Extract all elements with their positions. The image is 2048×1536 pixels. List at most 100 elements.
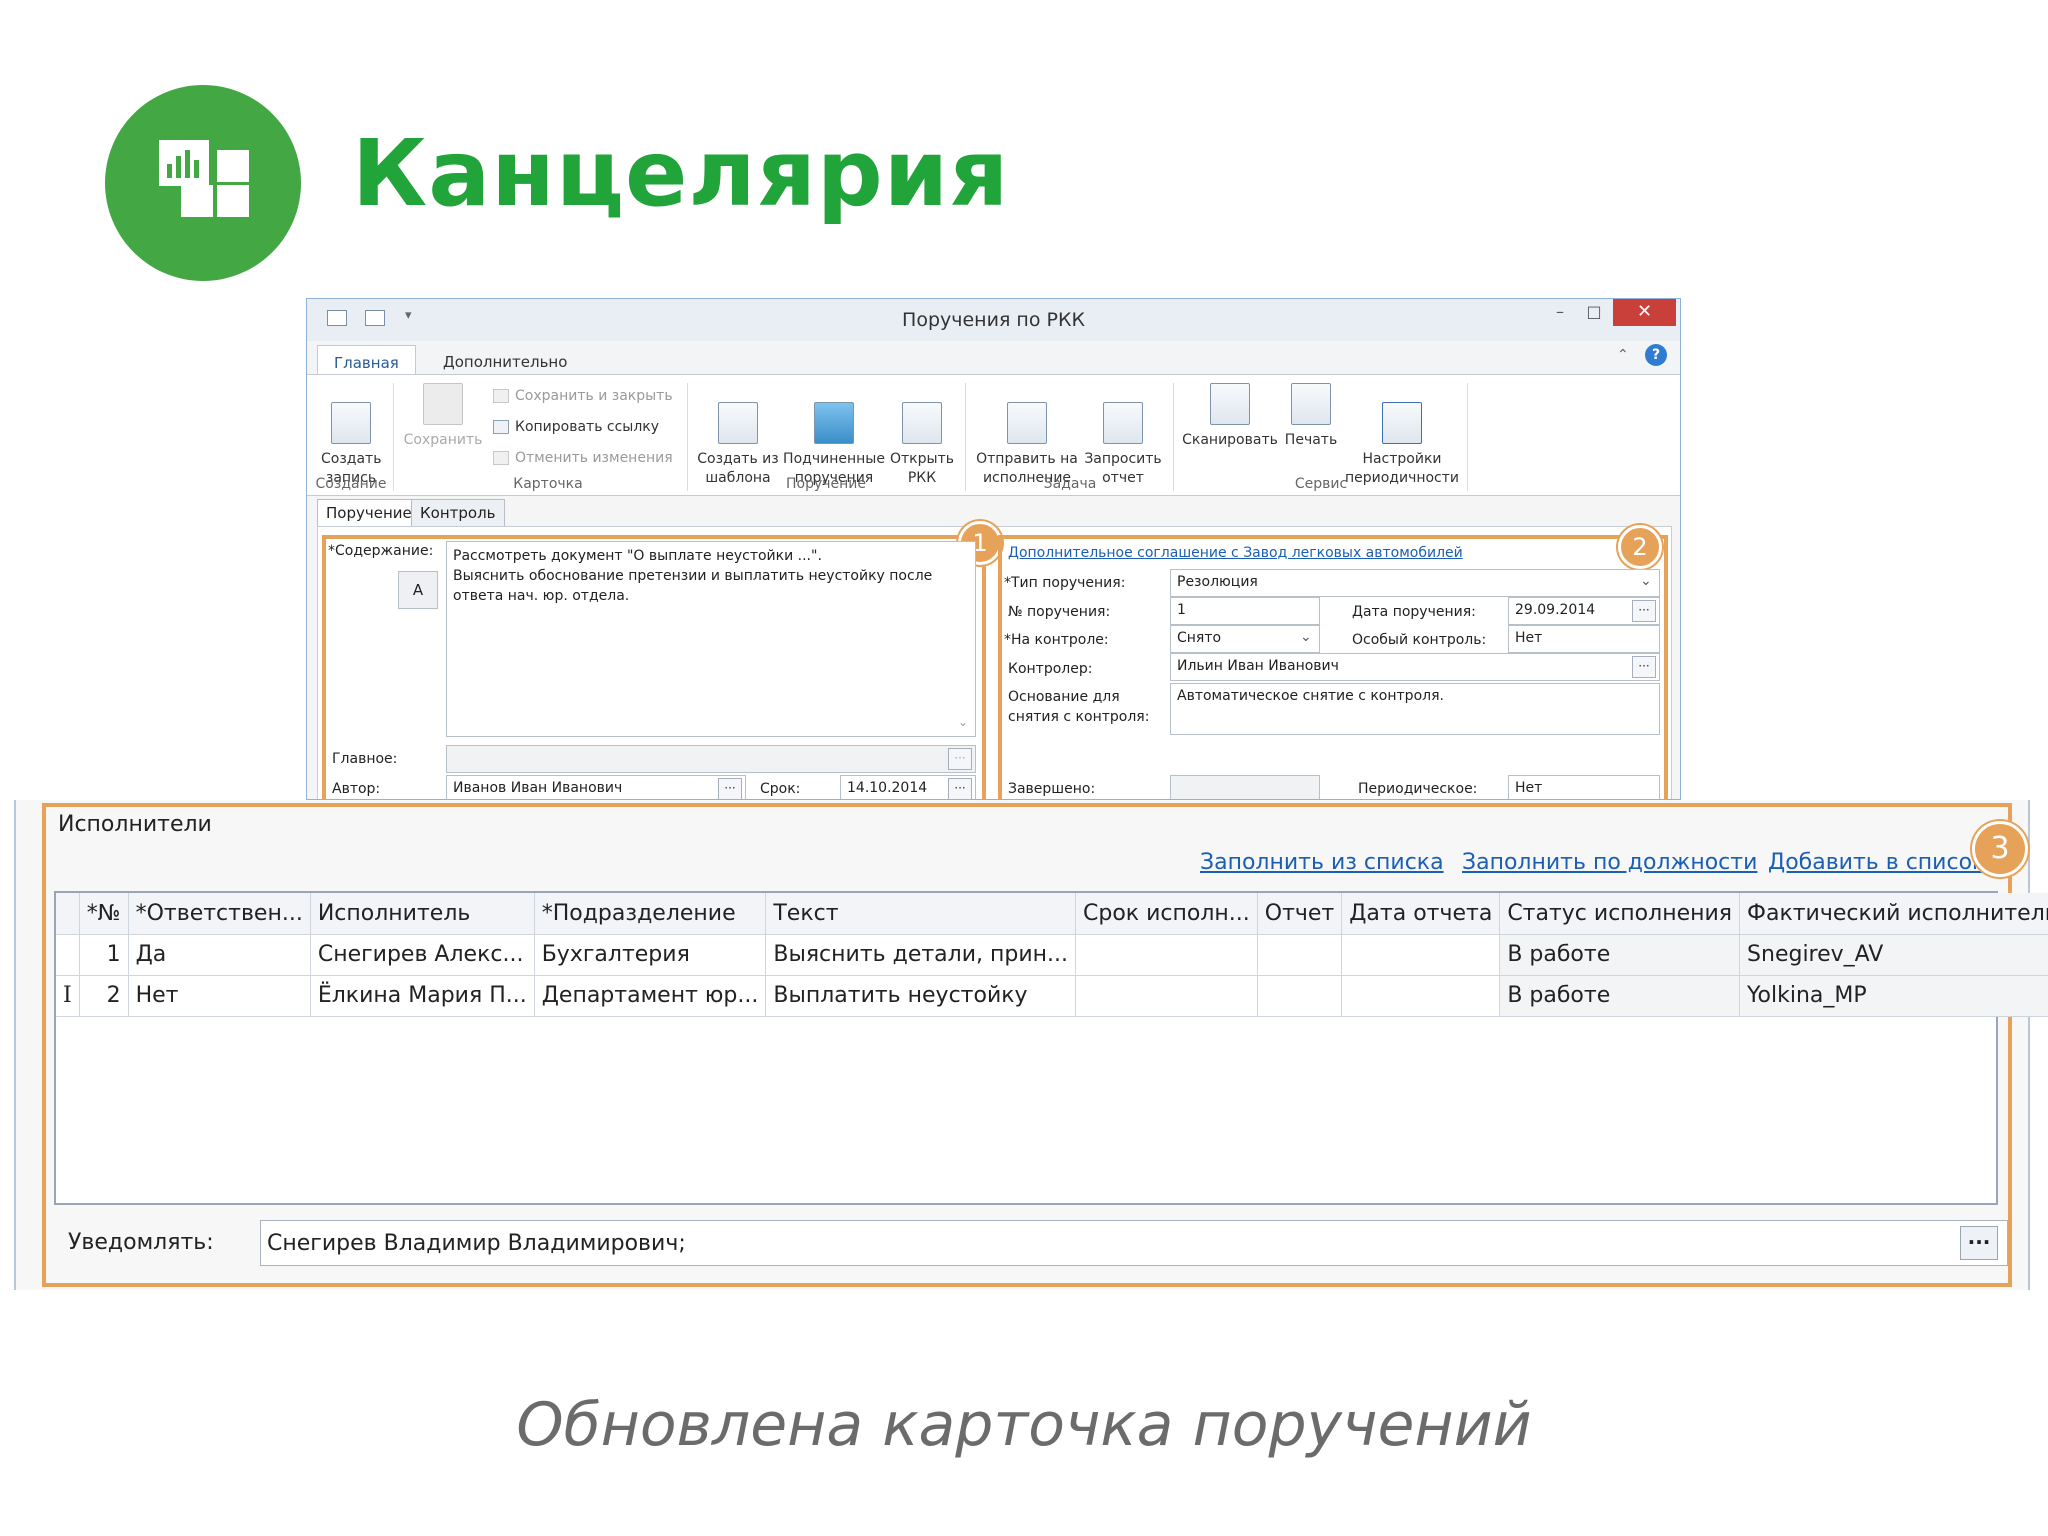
callout-badge-3: 3 <box>1972 821 2028 877</box>
close-button[interactable]: ✕ <box>1613 299 1676 326</box>
book-icon <box>814 402 854 444</box>
maximize-button[interactable]: □ <box>1579 302 1609 324</box>
cell-number[interactable]: 2 <box>79 975 129 1017</box>
cell-number[interactable]: 1 <box>79 934 129 976</box>
cell-status[interactable]: В работе <box>1499 975 1741 1017</box>
column-header[interactable]: Фактический исполнитель <box>1739 893 2048 935</box>
chart-grid-icon <box>159 140 209 186</box>
help-icon[interactable]: ? <box>1645 344 1667 366</box>
copy-link-button[interactable]: Копировать ссылку <box>493 416 659 438</box>
controller-field[interactable]: Ильин Иван Иванович <box>1170 653 1660 681</box>
form-area: 1 *Содержание: A Рассмотреть документ "О… <box>317 521 1672 799</box>
cell-text[interactable]: Выяснить детали, прин... <box>765 934 1077 976</box>
main-browse-button[interactable]: ··· <box>948 748 972 770</box>
column-header[interactable]: *Ответствен... <box>128 893 311 935</box>
chevron-down-icon[interactable]: ⌄ <box>1300 629 1312 645</box>
column-header[interactable]: Текст <box>765 893 1077 935</box>
cell-actual-executor[interactable]: Yolkina_MP <box>1739 975 2048 1017</box>
slide: Канцелярия ▾ Поручения по РКК – □ ✕ Глав… <box>0 0 2048 1536</box>
row-indicator-header <box>56 893 80 935</box>
special-control-field[interactable]: Нет <box>1508 625 1660 653</box>
add-to-list-link[interactable]: Добавить в список <box>1768 850 1985 875</box>
tab-main[interactable]: Главная <box>317 345 416 375</box>
number-field[interactable]: 1 <box>1170 597 1320 625</box>
column-header[interactable]: Срок исполн... <box>1075 893 1258 935</box>
open-rkk-button[interactable]: Открыть РКК <box>889 383 955 488</box>
group-service-label: Сервис <box>1294 476 1348 492</box>
cell-status[interactable]: В работе <box>1499 934 1741 976</box>
cell-report-date[interactable] <box>1341 934 1501 976</box>
text-cursor-icon[interactable]: I <box>56 975 80 1017</box>
tab-assignment[interactable]: Поручение <box>317 499 421 527</box>
periodicity-button[interactable]: Настройки периодичности <box>1343 383 1461 488</box>
send-execution-button[interactable]: Отправить на исполнение <box>975 383 1079 488</box>
notify-field[interactable]: Снегирев Владимир Владимирович; <box>260 1220 2008 1266</box>
content-textarea[interactable]: Рассмотреть документ "О выплате неустойк… <box>446 541 976 737</box>
cell-department[interactable]: Департамент юр... <box>534 975 767 1017</box>
reason-field[interactable]: Автоматическое снятие с контроля. <box>1170 683 1660 735</box>
column-header[interactable]: Статус исполнения <box>1499 893 1741 935</box>
row-indicator[interactable] <box>56 934 80 976</box>
table-header-row: *№ *Ответствен... Исполнитель *Подраздел… <box>56 893 2048 935</box>
ribbon: Создать запись Создание Сохранить Сохран… <box>307 374 1680 496</box>
type-select[interactable]: Резолюция <box>1170 569 1660 597</box>
table-row[interactable]: I 2 Нет Ёлкина Мария П... Департамент юр… <box>56 975 2048 1017</box>
column-header[interactable]: Исполнитель <box>310 893 535 935</box>
font-format-button[interactable]: A <box>398 571 438 609</box>
author-browse-button[interactable]: ··· <box>718 778 742 799</box>
cell-text[interactable]: Выплатить неустойку <box>765 975 1077 1017</box>
author-label: Автор: <box>332 781 381 797</box>
group-separator <box>965 383 966 491</box>
group-task-label: Задача <box>1043 476 1097 492</box>
related-document-link[interactable]: Дополнительное соглашение с Завод легков… <box>1008 545 1463 561</box>
create-record-button[interactable]: Создать запись <box>321 383 381 488</box>
periodic-label: Периодическое: <box>1358 781 1478 797</box>
undo-changes-button[interactable]: Отменить изменения <box>493 447 673 469</box>
periodic-field[interactable]: Нет <box>1508 775 1660 799</box>
chevron-down-icon[interactable]: ⌄ <box>1640 573 1652 589</box>
save-close-button[interactable]: Сохранить и закрыть <box>493 385 673 407</box>
column-header[interactable]: Отчет <box>1257 893 1343 935</box>
main-field[interactable] <box>446 745 976 773</box>
cell-executor[interactable]: Снегирев Алекс... <box>310 934 535 976</box>
cell-responsible[interactable]: Да <box>128 934 311 976</box>
collapse-ribbon-icon[interactable]: ⌃ <box>1617 347 1629 363</box>
window-titlebar: ▾ Поручения по РКК – □ ✕ <box>307 299 1680 341</box>
cell-executor[interactable]: Ёлкина Мария П... <box>310 975 535 1017</box>
completed-field[interactable] <box>1170 775 1320 799</box>
notify-browse-button[interactable]: ··· <box>1960 1226 1998 1260</box>
request-report-button[interactable]: Запросить отчет <box>1081 383 1165 488</box>
minimize-button[interactable]: – <box>1545 302 1575 324</box>
tab-control[interactable]: Контроль <box>411 499 505 527</box>
cell-report-date[interactable] <box>1341 975 1501 1017</box>
author-field[interactable]: Иванов Иван Иванович <box>446 775 746 799</box>
cell-report[interactable] <box>1257 975 1343 1017</box>
cell-deadline[interactable] <box>1075 975 1258 1017</box>
cell-actual-executor[interactable]: Snegirev_AV <box>1739 934 2048 976</box>
column-header[interactable]: *Подразделение <box>534 893 767 935</box>
scroll-down-icon[interactable]: ⌄ <box>958 715 968 729</box>
controller-browse-button[interactable]: ··· <box>1632 656 1656 678</box>
column-header[interactable]: Дата отчета <box>1341 893 1501 935</box>
notify-label: Уведомлять: <box>68 1230 214 1255</box>
cell-deadline[interactable] <box>1075 934 1258 976</box>
fill-by-position-link[interactable]: Заполнить по должности <box>1462 850 1757 875</box>
control-select[interactable]: Снято <box>1170 625 1320 653</box>
group-separator <box>687 383 688 491</box>
column-header[interactable]: *№ <box>79 893 129 935</box>
print-button[interactable]: Печать <box>1281 383 1341 450</box>
due-date-picker-button[interactable]: ··· <box>948 778 972 799</box>
sub-assignments-button[interactable]: Подчиненные поручения <box>781 383 887 488</box>
create-from-template-button[interactable]: Создать из шаблона <box>697 383 779 488</box>
fill-from-list-link[interactable]: Заполнить из списка <box>1200 850 1444 875</box>
table-row[interactable]: 1 Да Снегирев Алекс... Бухгалтерия Выясн… <box>56 934 2048 976</box>
content-label: *Содержание: <box>328 543 434 559</box>
save-button[interactable]: Сохранить <box>403 383 483 450</box>
date-picker-button[interactable]: ··· <box>1632 600 1656 622</box>
ribbon-tabs: Главная Дополнительно ⌃ ? <box>307 341 1680 375</box>
cell-department[interactable]: Бухгалтерия <box>534 934 767 976</box>
tab-additional[interactable]: Дополнительно <box>427 345 583 375</box>
cell-report[interactable] <box>1257 934 1343 976</box>
cell-responsible[interactable]: Нет <box>128 975 311 1017</box>
scan-button[interactable]: Сканировать <box>1181 383 1279 450</box>
